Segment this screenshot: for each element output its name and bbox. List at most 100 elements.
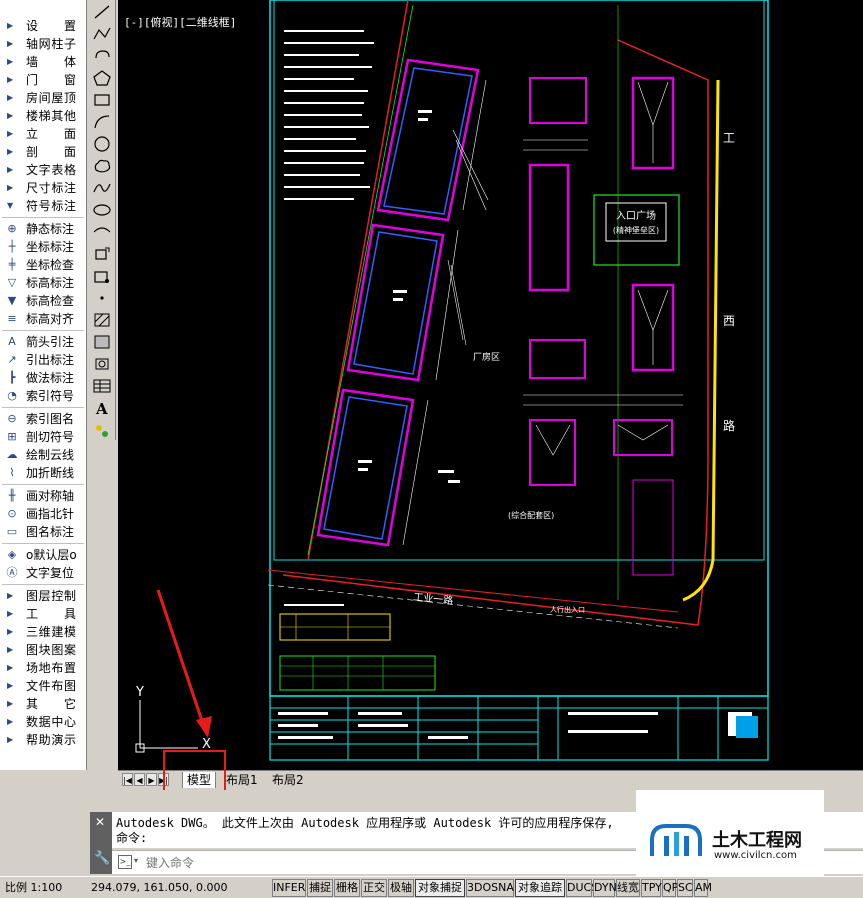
menu-item-menu_items-3[interactable]: ▶ 门 窗 [0, 71, 87, 89]
menu-item-tool_items-6[interactable]: A 箭头引注 [0, 333, 87, 351]
status-toggle-6[interactable]: 3DOSNAP [466, 879, 521, 897]
insert-block-icon[interactable] [91, 244, 113, 264]
status-toggle-13[interactable]: SC [677, 879, 693, 897]
add-selected-icon[interactable] [91, 420, 113, 440]
menu-item-menu_items-2[interactable]: ▶ 墙 体 [0, 53, 87, 71]
menu-item-tool_items-9[interactable]: ◔ 索引符号 [0, 387, 87, 405]
menu-item-bottom_menu_items-5[interactable]: ▶ 文件布图 [0, 677, 87, 695]
menu-item-tool_items-4[interactable]: ▼ 标高检查 [0, 292, 87, 310]
menu-item-bottom_menu_items-3[interactable]: ▶ 图块图案 [0, 641, 87, 659]
table-icon[interactable] [91, 376, 113, 396]
status-toggle-1[interactable]: 捕捉 [307, 879, 333, 897]
status-toggle-2[interactable]: 栅格 [334, 879, 360, 897]
menu-item-bottom_menu_items-0[interactable]: ▶ 图层控制 [0, 587, 87, 605]
menu-item-tool_items-5[interactable]: ≡ 标高对齐 [0, 310, 87, 328]
menu-item-menu_items-5[interactable]: ▶ 楼梯其他 [0, 107, 87, 125]
menu-item-bottom_menu_items-2[interactable]: ▶ 三维建模 [0, 623, 87, 641]
menu-item-tool_items-1[interactable]: ┼ 坐标标注 [0, 238, 87, 256]
status-toggle-9[interactable]: DYN [593, 879, 617, 897]
scale-indicator[interactable]: 比例 1:100 [2, 879, 86, 897]
revision-cloud-icon[interactable] [91, 156, 113, 176]
menu-item-bottom_menu_items-4[interactable]: ▶ 场地布置 [0, 659, 87, 677]
ucs-y-label: Y [135, 685, 144, 700]
menu-item-menu_items-4[interactable]: ▶ 房间屋顶 [0, 89, 87, 107]
prev-layout-button[interactable]: ◀ [134, 773, 145, 786]
status-toggle-3[interactable]: 正交 [361, 879, 387, 897]
arc-icon[interactable] [91, 112, 113, 132]
status-toggle-12[interactable]: QP [662, 879, 678, 897]
ellipse-icon[interactable] [91, 200, 113, 220]
point-icon[interactable] [91, 288, 113, 308]
status-toggle-8[interactable]: DUCS [566, 879, 598, 897]
menu-item-tool_items-18[interactable]: Ⓐ 文字复位 [0, 564, 87, 582]
menu-item-label: 其 它 [26, 697, 76, 711]
circle-icon[interactable] [91, 134, 113, 154]
red-pointer-arrow [156, 589, 212, 738]
menu-item-menu_items-9[interactable]: ▶ 尺寸标注 [0, 179, 87, 197]
tab-model[interactable]: 模型 [182, 772, 217, 788]
multiline-text-icon[interactable]: A [91, 398, 113, 418]
chevron-down-icon[interactable]: ▾ [134, 856, 138, 865]
menu-item-tool_items-17[interactable]: ◈ o默认层o [0, 546, 87, 564]
close-icon[interactable]: ✕ [95, 816, 105, 828]
polyline-icon[interactable] [91, 24, 113, 44]
break-line-icon: ⌇ [9, 466, 15, 479]
menu-item-menu_items-8[interactable]: ▶ 文字表格 [0, 161, 87, 179]
menu-item-menu_items-1[interactable]: ▶ 轴网柱子 [0, 35, 87, 53]
command-input[interactable] [146, 854, 646, 872]
menu-item-bottom_menu_items-1[interactable]: ▶ 工 具 [0, 605, 87, 623]
menu-item-tool_items-11[interactable]: ⊞ 剖切符号 [0, 428, 87, 446]
menu-item-bottom_menu_items-6[interactable]: ▶ 其 它 [0, 695, 87, 713]
gradient-icon[interactable] [91, 332, 113, 352]
menu-item-tool_items-0[interactable]: ⊕ 静态标注 [0, 220, 87, 238]
menu-item-tool_items-3[interactable]: ▽ 标高标注 [0, 274, 87, 292]
command-window-handle[interactable]: ✕ 🔧 [90, 812, 112, 874]
status-toggle-5[interactable]: 对象捕捉 [415, 879, 465, 897]
menu-item-tool_items-10[interactable]: ⊖ 索引图名 [0, 410, 87, 428]
index-symbol-icon: ◔ [7, 389, 17, 402]
ellipse-arc-icon[interactable] [91, 222, 113, 242]
menu-item-menu_items-0[interactable]: ▶ 设 置 [0, 17, 87, 35]
tab-layout-2[interactable]: 布局2 [268, 772, 308, 788]
undo-arc-icon[interactable] [91, 46, 113, 66]
command-prompt-icon[interactable]: >_ [118, 855, 132, 869]
menu-item-tool_items-8[interactable]: ┣ 做法标注 [0, 369, 87, 387]
next-layout-button[interactable]: ▶ [146, 773, 157, 786]
first-layout-button[interactable]: |◀ [122, 773, 133, 786]
menu-item-tool_items-12[interactable]: ☁ 绘制云线 [0, 446, 87, 464]
menu-item-menu_items-6[interactable]: ▶ 立 面 [0, 125, 87, 143]
region-icon[interactable] [91, 354, 113, 374]
status-toggle-0[interactable]: INFER [272, 879, 306, 897]
menu-item-bottom_menu_items-7[interactable]: ▶ 数据中心 [0, 713, 87, 731]
watermark-site-name: 土木工程网 [712, 830, 802, 851]
menu-item-menu_items-10[interactable]: ▼ 符号标注 [0, 197, 87, 215]
symmetry-icon: ╫ [8, 489, 16, 502]
menu-item-tool_items-15[interactable]: ⊙ 画指北针 [0, 505, 87, 523]
status-toggle-11[interactable]: TPY [641, 879, 662, 897]
menu-item-tool_items-7[interactable]: ↗ 引出标注 [0, 351, 87, 369]
drawing-viewport[interactable]: 入口广场 (精神堡垒区) 厂房区 (综合配套区) 工业一路 人行出入口 工 西 … [118, 0, 863, 770]
status-toggle-7[interactable]: 对象追踪 [515, 879, 565, 897]
rectangle-icon[interactable] [91, 90, 113, 110]
hatch-icon[interactable] [91, 310, 113, 330]
menu-item-menu_items-7[interactable]: ▶ 剖 面 [0, 143, 87, 161]
line-icon[interactable] [91, 2, 113, 22]
menu-item-bottom_menu_items-8[interactable]: ▶ 帮助演示 [0, 731, 87, 749]
menu-item-tool_items-14[interactable]: ╫ 画对称轴 [0, 487, 87, 505]
status-toggle-4[interactable]: 极轴 [388, 879, 414, 897]
wrench-icon[interactable]: 🔧 [94, 852, 110, 865]
status-toggle-14[interactable]: AM [694, 879, 712, 897]
cloud-icon: ☁ [6, 448, 18, 461]
menu-separator [2, 330, 84, 331]
viewport-controls-label[interactable]: [-][俯视][二维线框] [124, 14, 236, 30]
polygon-icon[interactable] [91, 68, 113, 88]
menu-item-tool_items-2[interactable]: ╪ 坐标检查 [0, 256, 87, 274]
spline-icon[interactable] [91, 178, 113, 198]
tab-layout-1[interactable]: 布局1 [222, 772, 262, 788]
last-layout-button[interactable]: ▶| [158, 773, 169, 786]
arrow-icon: ▶ [7, 165, 14, 174]
menu-item-tool_items-16[interactable]: ▭ 图名标注 [0, 523, 87, 541]
make-block-icon[interactable] [91, 266, 113, 286]
menu-item-tool_items-13[interactable]: ⌇ 加折断线 [0, 464, 87, 482]
status-toggle-10[interactable]: 线宽 [616, 879, 640, 897]
